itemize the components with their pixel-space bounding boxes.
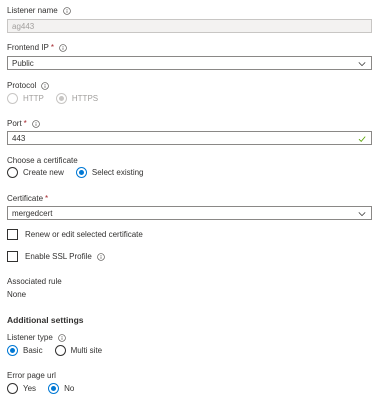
- radio-basic[interactable]: [7, 345, 18, 356]
- required-marker: *: [50, 43, 54, 52]
- enable-ssl-profile-checkbox[interactable]: [7, 251, 18, 262]
- info-icon[interactable]: [41, 81, 50, 90]
- error-page-radio-group: Yes No: [7, 383, 86, 394]
- listener-type-label: Listener type: [7, 333, 66, 342]
- protocol-label: Protocol: [7, 81, 50, 90]
- info-icon[interactable]: [59, 43, 67, 52]
- listener-type-radio-group: Basic Multi site: [7, 345, 114, 356]
- check-icon: [358, 136, 366, 143]
- info-icon[interactable]: [58, 333, 66, 342]
- radio-https: [55, 93, 67, 104]
- renew-certificate-row[interactable]: Renew or edit selected certificate: [7, 229, 155, 240]
- additional-settings-heading: Additional settings: [7, 315, 84, 325]
- listener-name-field: ag443: [7, 19, 372, 33]
- enable-ssl-profile-row[interactable]: Enable SSL Profile: [7, 251, 105, 262]
- radio-http: [7, 93, 18, 104]
- associated-rule-label: Associated rule: [7, 277, 62, 286]
- info-icon[interactable]: [62, 6, 71, 15]
- chevron-down-icon: [358, 212, 366, 217]
- port-input[interactable]: 443: [7, 131, 372, 145]
- frontend-ip-dropdown[interactable]: Public: [7, 56, 372, 70]
- renew-certificate-checkbox[interactable]: [7, 229, 18, 240]
- error-page-url-label: Error page url: [7, 371, 56, 380]
- frontend-ip-label: Frontend IP *: [7, 43, 67, 52]
- radio-select-existing[interactable]: [75, 167, 87, 178]
- protocol-radio-group: HTTP HTTPS: [7, 93, 110, 104]
- radio-create-new[interactable]: [7, 167, 18, 178]
- port-label: Port *: [7, 119, 40, 128]
- required-marker: *: [23, 119, 27, 128]
- radio-multi-site[interactable]: [54, 345, 66, 356]
- info-icon[interactable]: [31, 119, 40, 128]
- radio-no[interactable]: [48, 383, 60, 394]
- info-icon[interactable]: [97, 252, 105, 261]
- radio-yes[interactable]: [7, 383, 18, 394]
- certificate-label: Certificate *: [7, 194, 49, 203]
- required-marker: *: [45, 194, 49, 203]
- associated-rule-value: None: [7, 290, 27, 299]
- chevron-down-icon: [358, 62, 366, 67]
- certificate-dropdown[interactable]: mergedcert: [7, 206, 372, 220]
- choose-certificate-label: Choose a certificate: [7, 156, 78, 165]
- certificate-choice-radio-group: Create new Select existing: [7, 167, 156, 178]
- listener-name-label: Listener name: [7, 6, 71, 15]
